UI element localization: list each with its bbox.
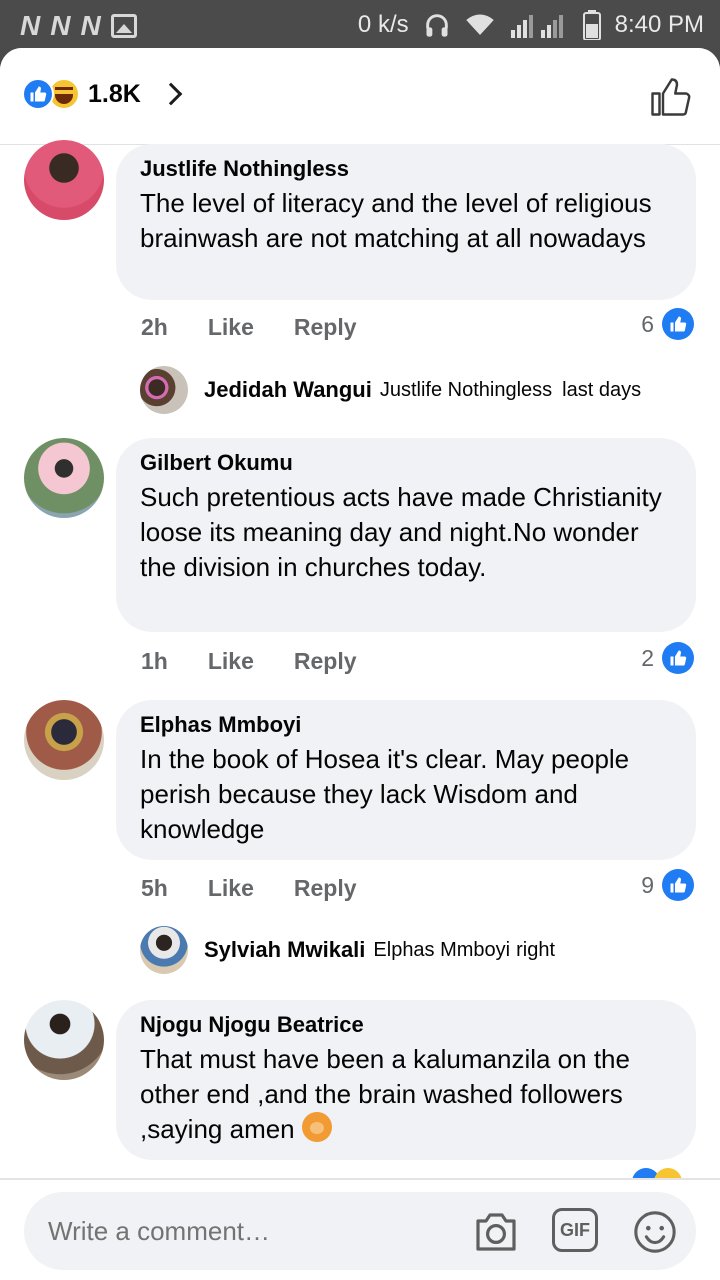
comment-bubble[interactable]: Elphas Mmboyi In the book of Hosea it's … [116,700,696,860]
comments-sheet: 1.8K Justlife Nothingless The level of l… [0,48,720,1280]
reply-text: right [516,938,556,961]
reply-text: last days [562,378,642,401]
like-icon [662,869,694,901]
reply-link[interactable]: Reply [294,648,357,675]
reply-mention[interactable]: Justlife Nothingless [380,379,552,402]
chevron-right-icon [159,82,183,106]
comment-text: Such pretentious acts have made Christia… [140,482,662,582]
wifi-icon [465,14,494,35]
gif-button[interactable]: GIF [552,1208,598,1252]
comment-author[interactable]: Gilbert Okumu [140,450,672,476]
comment-author[interactable]: Njogu Njogu Beatrice [140,1012,672,1038]
comment-author[interactable]: Justlife Nothingless [140,156,672,182]
emoji-icon [301,1112,332,1142]
comment-actions: 1h Like Reply [141,648,397,675]
comment-actions: 5h Like Reply [141,875,397,902]
reply-preview[interactable]: Jedidah Wangui Justlife Nothingless last… [140,366,641,414]
reply-link[interactable]: Reply [294,875,357,902]
comment-time: 1h [141,648,168,674]
comment-input-container[interactable]: GIF [24,1192,696,1270]
comment-actions: 2h Like Reply [141,314,397,341]
like-link[interactable]: Like [208,314,254,341]
like-icon [662,308,694,340]
avatar[interactable] [24,700,104,780]
comment-bubble[interactable]: Gilbert Okumu Such pretentious acts have… [116,438,696,632]
comment-time: 2h [141,314,168,340]
reply-author[interactable]: Jedidah Wangui [204,377,372,403]
network-speed: 0 k/s [357,11,409,38]
comment-input[interactable] [48,1212,448,1250]
signal-icon [510,15,563,38]
comment-text: The level of literacy and the level of r… [140,188,652,253]
reply-preview[interactable]: Sylviah Mwikali Elphas Mmboyi right [140,926,555,974]
like-outline-icon[interactable] [648,76,692,118]
comment-text-body: That must have been a kalumanzila on the… [140,1044,630,1144]
comment-bubble[interactable]: Njogu Njogu Beatrice That must have been… [116,1000,696,1160]
avatar[interactable] [24,438,104,518]
emoji-picker-icon[interactable] [632,1209,678,1255]
comment-bubble[interactable]: Justlife Nothingless The level of litera… [116,144,696,300]
reactions-header: 1.8K [0,48,720,145]
reply-author[interactable]: Sylviah Mwikali [204,937,365,963]
notification-icon: N [20,10,40,41]
reaction-count: 6 [641,310,654,337]
avatar[interactable] [24,140,104,220]
comment-text: That must have been a kalumanzila on the… [140,1042,672,1147]
like-icon [662,642,694,674]
reactions-summary[interactable]: 1.8K [22,78,183,110]
like-reaction-icon [22,78,54,110]
comment-reactions[interactable]: 2 [641,642,694,674]
status-bar: N N N 0 k/s 8:40 PM [0,0,720,48]
like-link[interactable]: Like [208,648,254,675]
avatar[interactable] [140,926,188,974]
reply-mention[interactable]: Elphas Mmboyi [373,939,510,962]
comment-text: In the book of Hosea it's clear. May peo… [140,744,630,844]
notification-icon: N [80,10,100,41]
reaction-count: 2 [641,644,654,671]
battery-icon [582,10,601,40]
avatar[interactable] [140,366,188,414]
comment-author[interactable]: Elphas Mmboyi [140,712,672,738]
reaction-count: 9 [641,871,654,898]
status-left-icons: N N N [20,10,137,42]
clock: 8:40 PM [614,11,704,38]
comment-reactions[interactable]: 6 [641,308,694,340]
reply-link[interactable]: Reply [294,314,357,341]
comment-composer: GIF [0,1178,720,1280]
headphones-icon [425,14,448,37]
comment-time: 5h [141,875,168,901]
reaction-count: 1.8K [88,79,141,108]
gallery-icon [110,14,137,38]
camera-icon[interactable] [472,1209,520,1253]
status-right: 0 k/s 8:40 PM [358,10,704,40]
like-link[interactable]: Like [208,875,254,902]
notification-icon: N [50,10,70,41]
comment-reactions[interactable]: 9 [641,869,694,901]
avatar[interactable] [24,1000,104,1080]
